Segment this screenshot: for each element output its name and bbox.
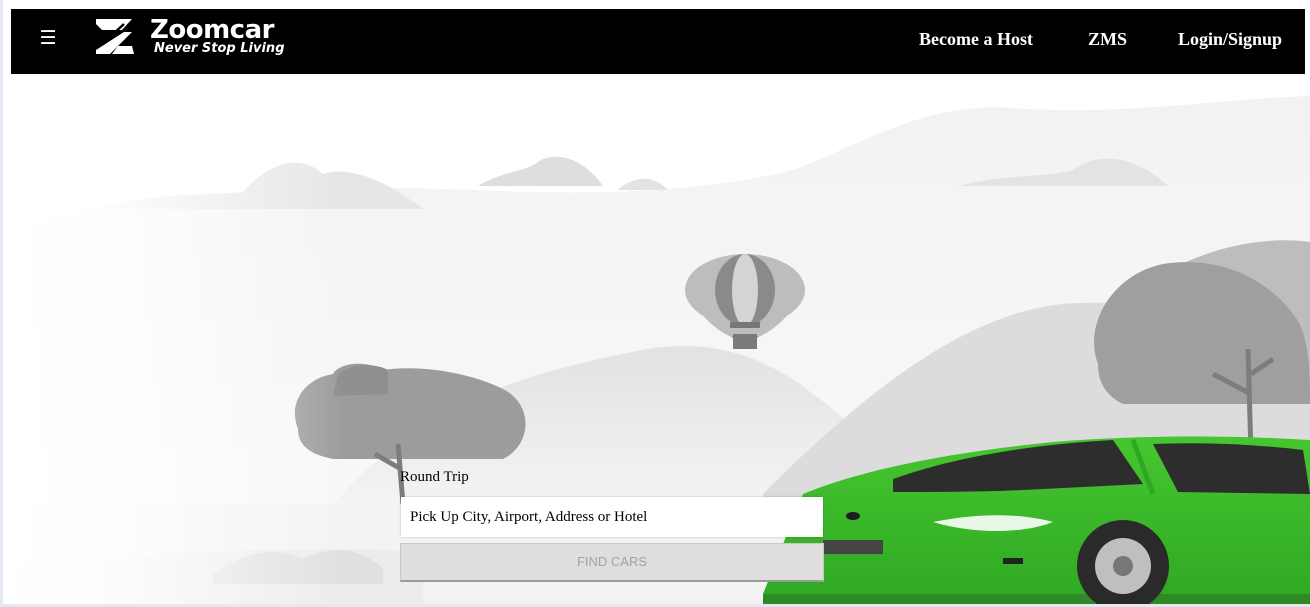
hamburger-menu-icon[interactable]: ☰ (37, 27, 59, 49)
pickup-location-input[interactable] (401, 497, 823, 537)
nav-link-login-signup[interactable]: Login/Signup (1178, 28, 1282, 50)
top-navbar: ☰ Zoomcar Never Stop Living Become a Hos… (11, 9, 1305, 74)
nav-link-become-host[interactable]: Become a Host (919, 28, 1033, 50)
trip-type-label: Round Trip (400, 469, 469, 485)
nav-link-zms[interactable]: ZMS (1088, 28, 1127, 50)
brand-logo[interactable]: Zoomcar Never Stop Living (94, 15, 294, 61)
find-cars-button[interactable]: FIND CARS (400, 543, 824, 582)
zoomcar-logo-icon (96, 19, 134, 54)
brand-tagline: Never Stop Living (154, 41, 285, 56)
